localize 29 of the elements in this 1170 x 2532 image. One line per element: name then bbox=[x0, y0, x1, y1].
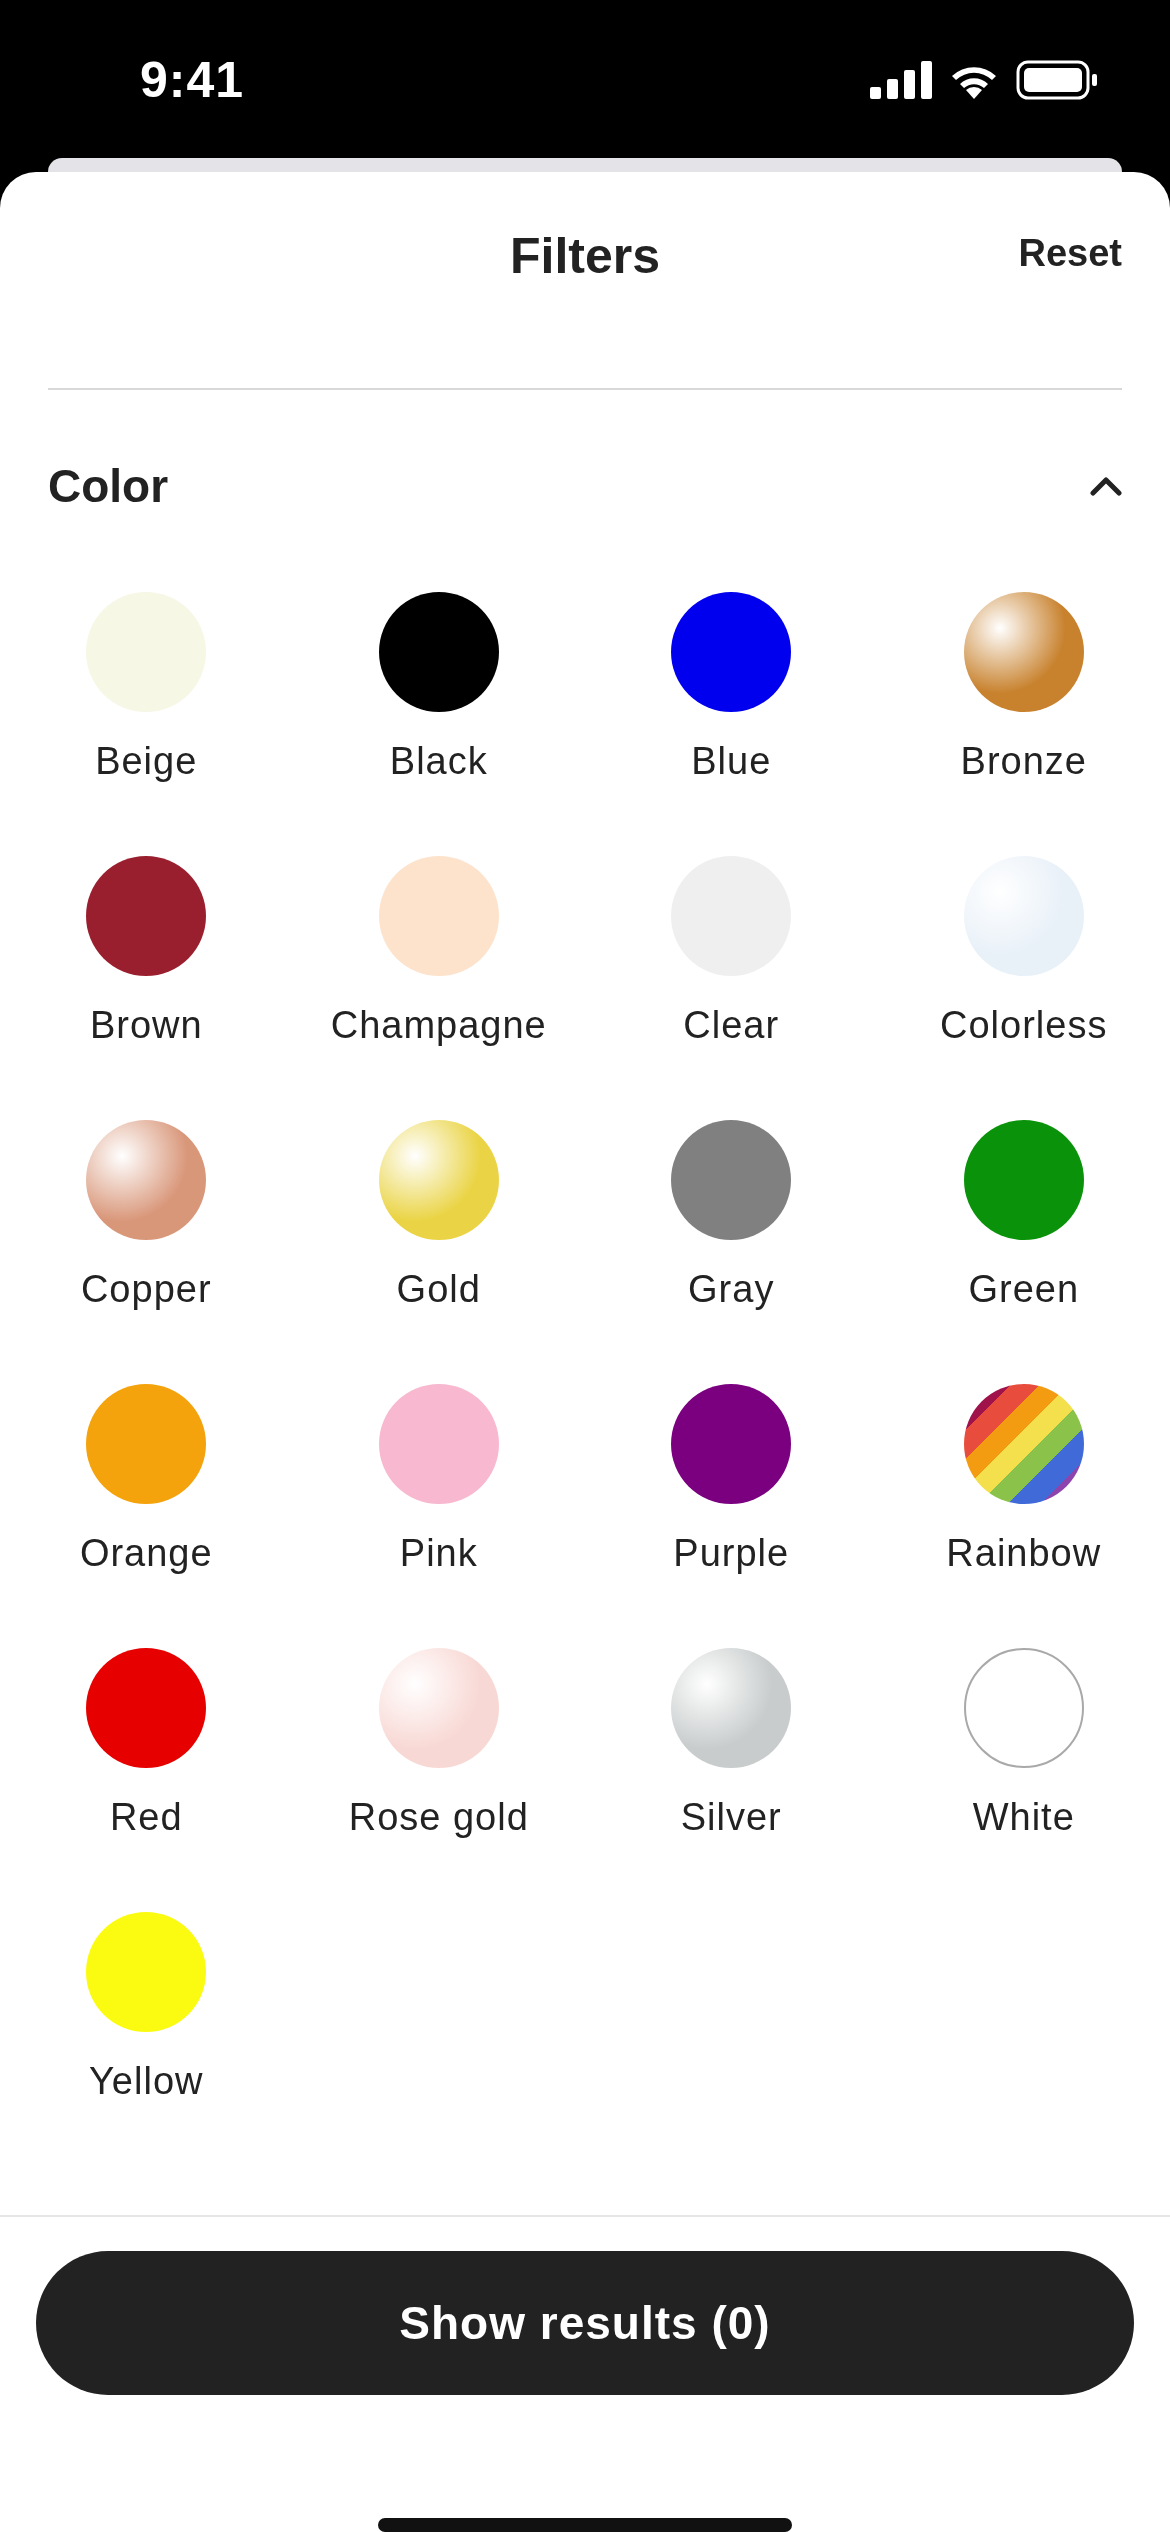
color-label: Purple bbox=[673, 1532, 790, 1575]
color-label: Gold bbox=[396, 1268, 481, 1311]
color-label: Beige bbox=[95, 740, 198, 783]
color-label: Green bbox=[968, 1268, 1080, 1311]
color-label: Gray bbox=[688, 1268, 775, 1311]
battery-icon bbox=[1016, 60, 1098, 100]
signal-icon bbox=[870, 61, 932, 99]
color-label: Black bbox=[389, 740, 488, 783]
color-label: Bronze bbox=[960, 740, 1087, 783]
chevron-up-icon[interactable] bbox=[1090, 476, 1122, 496]
color-label: Blue bbox=[691, 740, 772, 783]
color-label: Pink bbox=[399, 1532, 478, 1575]
color-label: Clear bbox=[683, 1004, 780, 1047]
color-label: Red bbox=[109, 1796, 183, 1839]
color-label: Rainbow bbox=[946, 1532, 1102, 1575]
color-label: Champagne bbox=[330, 1004, 547, 1047]
status-time: 9:41 bbox=[140, 51, 245, 109]
reset-button[interactable]: Reset bbox=[1018, 232, 1122, 275]
section-title: Color bbox=[48, 459, 169, 513]
color-label: Yellow bbox=[89, 2060, 204, 2103]
color-label: Orange bbox=[79, 1532, 213, 1575]
color-label: Brown bbox=[89, 1004, 203, 1047]
color-label: Silver bbox=[680, 1796, 782, 1839]
show-results-button[interactable]: Show results (0) bbox=[36, 2251, 1134, 2395]
sheet-title: Filters bbox=[509, 227, 661, 285]
color-label: Rose gold bbox=[348, 1796, 529, 1839]
color-label: Copper bbox=[80, 1268, 212, 1311]
color-label: Colorless bbox=[940, 1004, 1108, 1047]
color-label: White bbox=[972, 1796, 1075, 1839]
